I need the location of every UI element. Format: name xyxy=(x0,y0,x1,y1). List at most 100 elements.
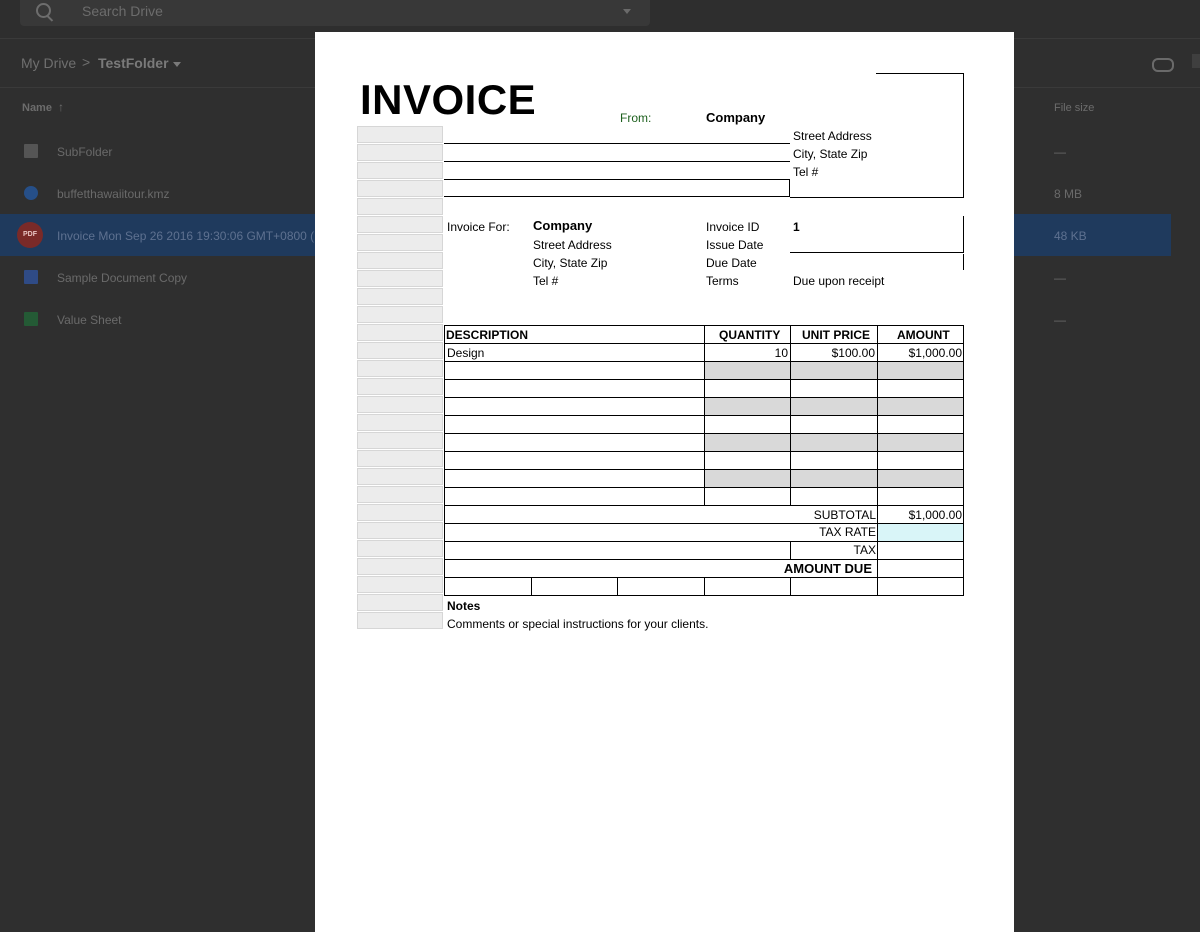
more-options-icon[interactable] xyxy=(1192,54,1200,68)
grid-line xyxy=(790,325,791,505)
grid-line xyxy=(877,577,878,595)
grid-line xyxy=(444,595,964,596)
grid-line xyxy=(444,179,790,180)
notes-text: Comments or special instructions for you… xyxy=(447,617,709,631)
gutter-cell xyxy=(357,162,443,179)
gutter-cell xyxy=(357,612,443,629)
header-unit-price: UNIT PRICE xyxy=(802,328,871,342)
gutter-cell xyxy=(357,198,443,215)
grid-line xyxy=(789,179,790,197)
column-header-name[interactable]: Name xyxy=(22,102,52,114)
file-size: — xyxy=(1054,271,1066,285)
issue-date-label: Issue Date xyxy=(706,238,764,252)
gutter-cell xyxy=(357,306,443,323)
pdf-icon: PDF xyxy=(17,222,43,248)
grid-line xyxy=(444,523,964,524)
gutter-cell xyxy=(357,324,443,341)
grid-line xyxy=(877,325,878,505)
search-input[interactable]: Search Drive xyxy=(82,3,163,19)
grid-line xyxy=(877,505,878,577)
file-size: 48 KB xyxy=(1054,229,1087,243)
gutter-cell xyxy=(357,522,443,539)
breadcrumb-my-drive[interactable]: My Drive xyxy=(21,55,76,71)
file-name: Sample Document Copy xyxy=(57,271,188,285)
search-box[interactable]: Search Drive xyxy=(20,0,650,26)
amount-due-label: AMOUNT DUE xyxy=(783,561,872,576)
item-amount: $1,000.00 xyxy=(908,346,962,360)
column-header-file-size[interactable]: File size xyxy=(1054,102,1094,114)
grid-line xyxy=(790,541,791,559)
due-date-label: Due Date xyxy=(706,256,757,270)
shaded-row xyxy=(704,397,964,415)
grid-line xyxy=(444,541,964,542)
breadcrumb-current-folder[interactable]: TestFolder xyxy=(98,55,169,71)
file-name: Value Sheet xyxy=(57,313,122,327)
header-amount: AMOUNT xyxy=(897,328,950,342)
grid-line xyxy=(444,196,790,197)
shaded-row xyxy=(704,433,964,451)
folder-icon xyxy=(24,144,38,158)
file-size: — xyxy=(1054,313,1066,327)
file-name: Invoice Mon Sep 26 2016 19:30:06 GMT+080… xyxy=(57,229,331,243)
gutter-cell xyxy=(357,288,443,305)
gutter-cell xyxy=(357,360,443,377)
for-tel: Tel # xyxy=(533,274,559,288)
gutter-cell xyxy=(357,540,443,557)
gutter-cell xyxy=(357,180,443,197)
item-unit-price: $100.00 xyxy=(831,346,875,360)
item-description: Design xyxy=(447,346,485,360)
file-size: 8 MB xyxy=(1054,187,1083,201)
from-city: City, State Zip xyxy=(793,147,868,161)
gutter-cell xyxy=(357,450,443,467)
gutter-cell xyxy=(357,594,443,611)
invoice-id-label: Invoice ID xyxy=(706,220,760,234)
gutter-cell xyxy=(357,342,443,359)
from-label: From: xyxy=(620,111,652,125)
from-company: Company xyxy=(706,110,766,125)
search-icon[interactable] xyxy=(36,3,51,18)
invoice-id-value: 1 xyxy=(793,220,800,234)
header-quantity: QUANTITY xyxy=(719,328,781,342)
tax-rate-label: TAX RATE xyxy=(819,525,876,539)
gutter-cell xyxy=(357,504,443,521)
for-company: Company xyxy=(533,218,593,233)
gutter-cell xyxy=(357,252,443,269)
notes-label: Notes xyxy=(447,599,481,613)
grid-line xyxy=(531,577,532,595)
grid-line xyxy=(444,325,445,505)
grid-line xyxy=(790,252,964,253)
gutter-cell xyxy=(357,234,443,251)
grid-line xyxy=(444,559,964,560)
link-icon[interactable] xyxy=(1152,58,1174,72)
sort-arrow-icon[interactable]: ↑ xyxy=(58,100,64,114)
document-icon xyxy=(24,270,38,284)
folder-menu-chevron-icon[interactable] xyxy=(173,62,181,67)
grid-line xyxy=(963,505,964,596)
gutter-cell xyxy=(357,576,443,593)
tax-label: TAX xyxy=(853,543,876,557)
invoice-for-label: Invoice For: xyxy=(447,220,510,234)
gutter-cell xyxy=(357,378,443,395)
item-quantity: 10 xyxy=(774,346,788,360)
breadcrumb-separator-icon: > xyxy=(82,54,91,70)
shaded-row xyxy=(704,361,964,379)
grid-line xyxy=(790,577,791,595)
grid-line xyxy=(963,73,964,197)
terms-value: Due upon receipt xyxy=(793,274,885,288)
grid-line xyxy=(704,577,705,595)
file-size: — xyxy=(1054,145,1066,159)
grid-line xyxy=(444,505,964,506)
grid-line xyxy=(704,325,705,505)
grid-line xyxy=(617,577,618,595)
subtotal-label: SUBTOTAL xyxy=(813,508,876,522)
tax-rate-input-cell[interactable] xyxy=(877,523,964,541)
from-tel: Tel # xyxy=(793,165,819,179)
grid-line xyxy=(963,254,964,270)
spreadsheet-icon xyxy=(24,312,38,326)
gutter-cell xyxy=(357,558,443,575)
gutter-cell xyxy=(357,144,443,161)
kmz-file-icon xyxy=(24,186,38,200)
search-options-chevron-icon[interactable] xyxy=(623,9,631,14)
grid-line xyxy=(963,216,964,252)
gutter-cell xyxy=(357,486,443,503)
